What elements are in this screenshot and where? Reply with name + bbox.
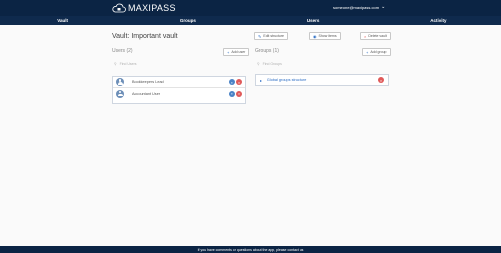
remove-icon[interactable]: × xyxy=(236,90,242,97)
plus-icon: + xyxy=(366,49,369,55)
logo-text: MAXIPASS xyxy=(128,3,176,13)
add-group-button[interactable]: + Add group xyxy=(362,48,391,56)
nav-vault[interactable]: Vault xyxy=(0,16,125,25)
show-items-button[interactable]: ◉ Show items xyxy=(309,32,341,40)
user-email-label: someone@maxipass.com xyxy=(333,4,380,10)
users-section-title: Users (2) xyxy=(112,48,133,54)
remove-icon[interactable]: × xyxy=(236,79,242,85)
footer: If you have comments or questions about … xyxy=(0,246,501,253)
chevron-down-icon: ⌄ xyxy=(381,4,386,10)
users-list: Bookkeepers Lead ▪ × Accountant User ▪ × xyxy=(112,76,246,104)
nav-groups[interactable]: Groups xyxy=(125,16,250,25)
user-avatar-icon xyxy=(116,78,124,86)
group-name: Global groups structure xyxy=(266,78,307,82)
arrow-right-icon: ▸ xyxy=(260,78,262,83)
user-row[interactable]: Bookkeepers Lead ▪ × xyxy=(113,77,245,88)
plus-icon: + xyxy=(227,49,230,55)
search-icon: ⚲ xyxy=(257,61,260,66)
lock-icon[interactable]: ▪ xyxy=(229,79,235,85)
cloud-lock-logo-icon xyxy=(112,3,126,14)
nav-users[interactable]: Users xyxy=(251,16,376,25)
groups-list: ▸ Global groups structure × xyxy=(255,74,389,86)
remove-icon[interactable]: × xyxy=(378,77,384,83)
footer-text[interactable]: If you have comments or questions about … xyxy=(198,248,304,252)
nav-activity[interactable]: Activity xyxy=(376,16,501,25)
groups-section-title: Groups (1) xyxy=(255,48,279,54)
user-avatar-icon xyxy=(116,89,124,98)
app-logo[interactable]: MAXIPASS xyxy=(112,2,176,14)
edit-icon: ✎ xyxy=(258,33,262,39)
user-name: Bookkeepers Lead xyxy=(132,80,164,84)
lock-icon[interactable]: ▪ xyxy=(229,90,235,97)
user-row[interactable]: Accountant User ▪ × xyxy=(113,88,245,99)
delete-vault-button[interactable]: × Delete vault xyxy=(360,32,391,40)
add-user-button[interactable]: + Add user xyxy=(223,48,250,56)
group-row[interactable]: ▸ Global groups structure × xyxy=(256,75,388,85)
user-menu[interactable]: someone@maxipass.com ⌄ xyxy=(333,4,385,10)
main-content: Vault: Important vault ✎ Edit structure … xyxy=(0,25,501,246)
main-nav: Vault Groups Users Activity xyxy=(0,16,501,25)
user-name: Accountant User xyxy=(132,91,161,96)
groups-search-input[interactable]: ⚲ Find Groups xyxy=(257,60,282,67)
top-header: MAXIPASS someone@maxipass.com ⌄ xyxy=(0,0,501,16)
eye-icon: ◉ xyxy=(313,33,317,39)
edit-structure-button[interactable]: ✎ Edit structure xyxy=(254,32,288,40)
page-title: Vault: Important vault xyxy=(112,33,178,40)
users-search-input[interactable]: ⚲ Find Users xyxy=(114,60,137,67)
close-icon: × xyxy=(364,33,367,39)
search-icon: ⚲ xyxy=(114,61,117,66)
